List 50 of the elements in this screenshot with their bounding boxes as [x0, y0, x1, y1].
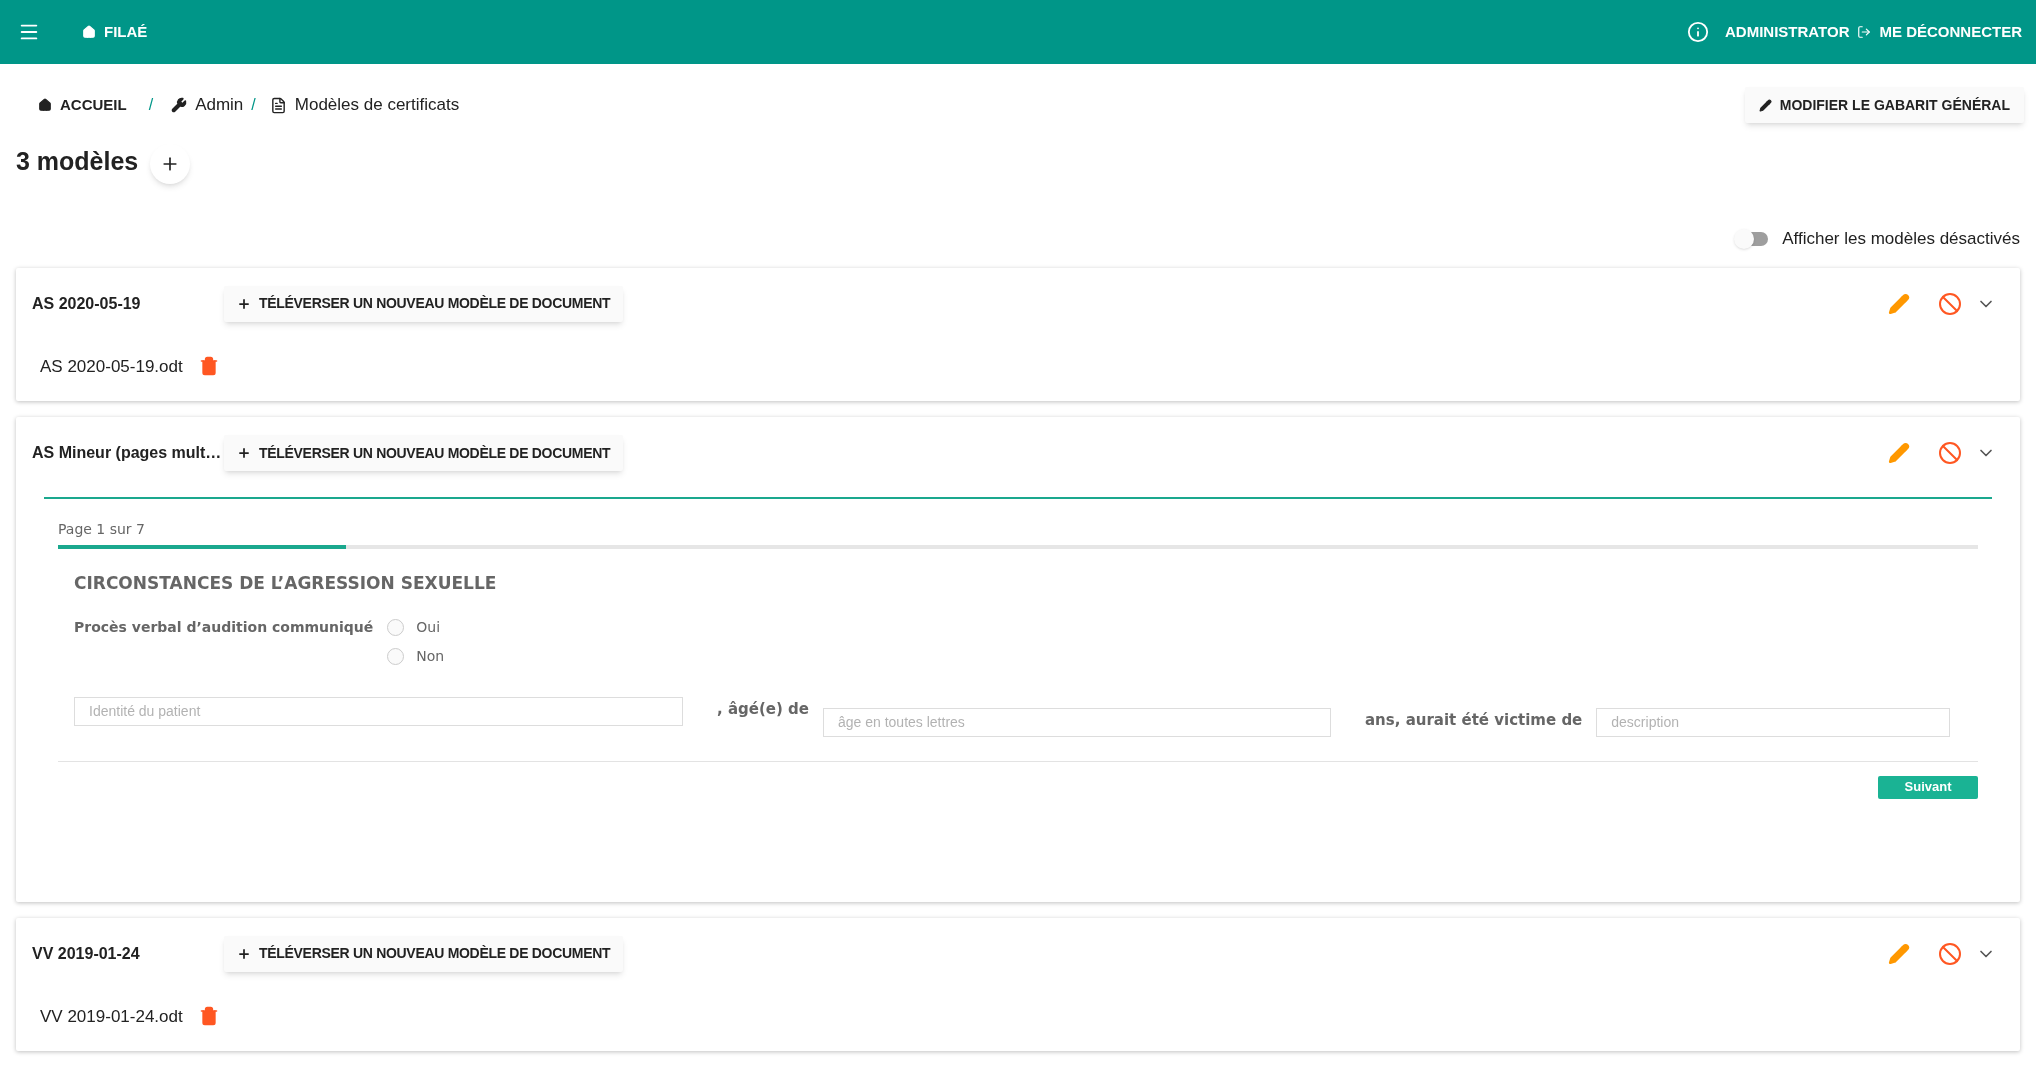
logout-icon	[1857, 25, 1872, 39]
breadcrumb-link[interactable]: Admin	[195, 92, 244, 118]
radio-label: Oui	[416, 617, 441, 637]
patient-input[interactable]: Identité du patient	[74, 696, 683, 726]
upload-button[interactable]: TÉLÉVERSER UN NOUVEAU MODÈLE DE DOCUMENT	[224, 435, 624, 471]
template-title: AS Mineur (pages mult…	[32, 443, 223, 463]
victim-label: ans, aurait été victime de	[1365, 710, 1583, 731]
trash-icon[interactable]	[198, 356, 219, 377]
description-input[interactable]: description	[1596, 707, 1950, 737]
breadcrumb-separator: /	[251, 95, 256, 115]
disable-icon[interactable]	[1938, 941, 1962, 966]
breadcrumb-separator: /	[148, 95, 154, 115]
document-icon	[269, 96, 287, 114]
breadcrumb-link[interactable]: ACCUEIL	[60, 93, 127, 117]
toggle-label: Afficher les modèles désactivés	[1782, 228, 2020, 250]
radio-label: Non	[416, 646, 445, 666]
pencil-icon[interactable]	[1888, 442, 1910, 464]
pencil-icon[interactable]	[1888, 292, 1910, 315]
template-title: AS 2020-05-19	[32, 293, 142, 314]
file-name: AS 2020-05-19.odt	[40, 355, 183, 378]
disable-icon[interactable]	[1938, 291, 1962, 316]
trash-icon[interactable]	[198, 1006, 219, 1027]
template-title: VV 2019-01-24	[32, 943, 141, 964]
plus-icon	[237, 446, 251, 460]
user-name: ADMINISTRATOR	[1725, 21, 1850, 42]
add-button[interactable]	[150, 144, 191, 184]
plus-icon	[237, 296, 251, 311]
home-icon	[38, 98, 52, 112]
page-title: 3 modèles	[16, 146, 139, 178]
file-name: VV 2019-01-24.odt	[40, 1005, 183, 1028]
age-label: , âgé(e) de	[717, 699, 809, 720]
age-input[interactable]: âge en toutes lettres	[823, 707, 1331, 737]
edit-template-button[interactable]: MODIFIER LE GABARIT GÉNÉRAL	[1744, 87, 2024, 123]
brand-link[interactable]: FILAÉ	[104, 20, 148, 44]
wrench-icon	[171, 97, 188, 113]
upload-button[interactable]: TÉLÉVERSER UN NOUVEAU MODÈLE DE DOCUMENT	[224, 285, 624, 322]
radio-button[interactable]	[387, 618, 405, 636]
logout-link[interactable]: ME DÉCONNECTER	[1879, 20, 2022, 44]
home-icon	[82, 25, 96, 39]
info-icon[interactable]	[1687, 21, 1710, 43]
plus-icon	[237, 946, 251, 961]
radio-button[interactable]	[387, 647, 405, 665]
page-indicator: Page 1 sur 7	[58, 520, 145, 539]
section-heading: CIRCONSTANCES DE L’AGRESSION SEXUELLE	[74, 572, 497, 595]
pencil-icon[interactable]	[1888, 942, 1910, 965]
question-label: Procès verbal d’audition communiqué	[74, 617, 374, 637]
breadcrumb-current: Modèles de certificats	[294, 94, 460, 117]
pencil-icon	[1758, 98, 1772, 112]
disable-icon[interactable]	[1938, 441, 1962, 465]
upload-button[interactable]: TÉLÉVERSER UN NOUVEAU MODÈLE DE DOCUMENT	[224, 935, 624, 972]
